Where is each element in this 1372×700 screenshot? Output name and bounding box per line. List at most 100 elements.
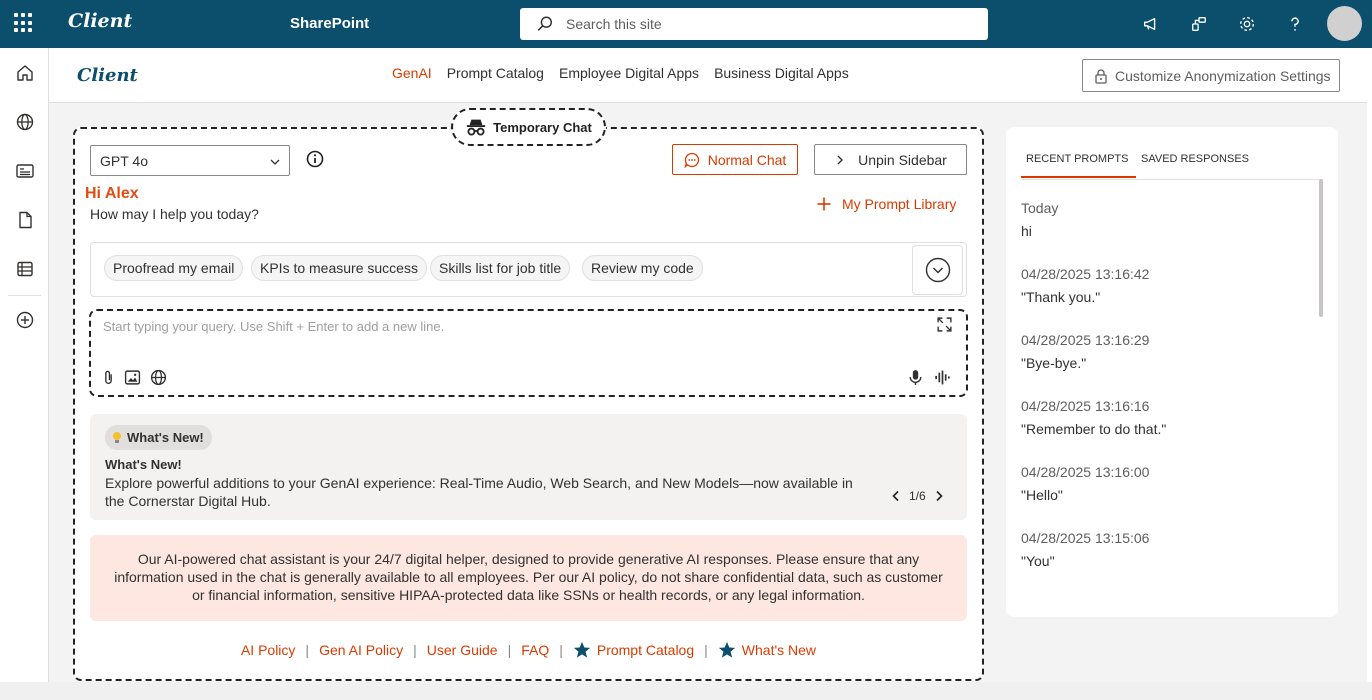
- help-icon[interactable]: [1283, 12, 1307, 36]
- suite-app-name[interactable]: SharePoint: [290, 15, 369, 32]
- my-prompt-library-link[interactable]: My Prompt Library: [816, 196, 956, 212]
- rail-divider: [8, 295, 41, 296]
- whats-new-card: What's New! What's New! Explore powerful…: [90, 414, 967, 520]
- share-icon[interactable]: [1187, 12, 1211, 36]
- prompt-date: 04/28/2025 13:16:29: [1021, 332, 1150, 348]
- site-search-box[interactable]: Search this site: [520, 8, 988, 40]
- subgreeting: How may I help you today?: [90, 206, 259, 222]
- suggestion-chip[interactable]: Proofread my email: [104, 255, 244, 281]
- chevron-right-icon[interactable]: [934, 490, 944, 502]
- star-icon: [573, 641, 590, 658]
- model-select[interactable]: GPT 4o: [90, 145, 290, 176]
- whats-new-title: What's New!: [105, 457, 182, 472]
- normal-chat-button[interactable]: Normal Chat: [672, 144, 798, 175]
- app-launcher-icon[interactable]: [14, 13, 34, 33]
- whats-new-body: Explore powerful additions to your GenAI…: [105, 475, 853, 509]
- list-item[interactable]: 04/28/2025 13:16:00 "Hello": [1021, 464, 1149, 503]
- tab-recent-prompts[interactable]: RECENT PROMPTS: [1021, 153, 1136, 178]
- ai-policy-link[interactable]: AI Policy: [241, 642, 295, 658]
- suggestion-chip[interactable]: KPIs to measure success: [251, 255, 427, 281]
- add-icon[interactable]: [13, 308, 37, 332]
- suggestion-bar: Proofread my email KPIs to measure succe…: [90, 242, 967, 297]
- whats-new-link[interactable]: What's New: [742, 642, 816, 658]
- suite-brand-logo[interactable]: Client: [68, 10, 132, 32]
- whats-new-pill-label: What's New!: [127, 430, 204, 445]
- news-icon[interactable]: [13, 159, 37, 183]
- gear-icon[interactable]: [1235, 12, 1259, 36]
- prompt-date: 04/28/2025 13:16:16: [1021, 398, 1150, 414]
- bottom-bar: [0, 682, 1372, 700]
- avatar[interactable]: [1327, 6, 1362, 41]
- chevron-down-circle-icon: [925, 257, 950, 283]
- globe-icon[interactable]: [13, 110, 37, 134]
- temporary-chat-badge: Temporary Chat: [451, 108, 606, 146]
- temporary-chat-label: Temporary Chat: [493, 119, 592, 135]
- query-input[interactable]: Start typing your query. Use Shift + Ent…: [89, 309, 968, 397]
- link-separator: |: [559, 642, 563, 658]
- query-placeholder: Start typing your query. Use Shift + Ent…: [103, 319, 445, 334]
- list-item[interactable]: 04/28/2025 13:16:42 "Thank you.": [1021, 266, 1149, 305]
- prompt-text: "Hello": [1021, 487, 1063, 503]
- attachment-icon[interactable]: [99, 368, 117, 386]
- prompt-text: "Thank you.": [1021, 289, 1101, 305]
- document-icon[interactable]: [13, 208, 37, 232]
- list-item[interactable]: 04/28/2025 13:16:29 "Bye-bye.": [1021, 332, 1149, 371]
- unpin-sidebar-label: Unpin Sidebar: [858, 151, 947, 168]
- prompt-text: "Bye-bye.": [1021, 355, 1087, 371]
- nav-business-digital-apps[interactable]: Business Digital Apps: [714, 65, 849, 81]
- megaphone-icon[interactable]: [1139, 12, 1163, 36]
- nav-employee-digital-apps[interactable]: Employee Digital Apps: [559, 65, 699, 81]
- microphone-icon[interactable]: [906, 368, 924, 386]
- prompt-date: 04/28/2025 13:16:00: [1021, 464, 1150, 480]
- site-nav: GenAI Prompt Catalog Employee Digital Ap…: [392, 65, 849, 81]
- chevron-right-icon: [837, 155, 844, 164]
- incognito-icon: [466, 119, 486, 136]
- prompt-text: hi: [1021, 223, 1032, 239]
- home-icon[interactable]: [13, 61, 37, 85]
- gen-ai-policy-link[interactable]: Gen AI Policy: [319, 642, 403, 658]
- web-search-globe-icon[interactable]: [149, 368, 167, 386]
- prompt-date: 04/28/2025 13:16:42: [1021, 266, 1150, 282]
- user-guide-link[interactable]: User Guide: [427, 642, 498, 658]
- search-placeholder: Search this site: [566, 16, 662, 32]
- suggestion-chip[interactable]: Review my code: [582, 255, 703, 281]
- model-select-value: GPT 4o: [100, 152, 148, 169]
- list-icon[interactable]: [13, 257, 37, 281]
- footer-links: AI Policy | Gen AI Policy | User Guide |…: [73, 641, 984, 659]
- audio-waveform-icon[interactable]: [933, 368, 951, 386]
- whats-new-pill: What's New!: [105, 425, 212, 450]
- image-icon[interactable]: [123, 368, 141, 386]
- list-item[interactable]: 04/28/2025 13:15:06 "You": [1021, 530, 1149, 569]
- site-header: Client GenAI Prompt Catalog Employee Dig…: [49, 48, 1367, 103]
- customize-label: Customize Anonymization Settings: [1115, 67, 1331, 84]
- info-icon[interactable]: [306, 150, 324, 168]
- link-separator: |: [413, 642, 417, 658]
- policy-disclaimer: Our AI-powered chat assistant is your 24…: [90, 535, 967, 621]
- sidebar-scrollbar[interactable]: [1319, 179, 1323, 317]
- whats-new-page-indicator: 1/6: [909, 489, 926, 503]
- maximize-icon[interactable]: [935, 315, 953, 333]
- my-prompt-library-label: My Prompt Library: [842, 196, 957, 212]
- greeting: Hi Alex: [85, 185, 139, 202]
- chevron-left-icon[interactable]: [891, 490, 901, 502]
- expand-suggestions-button[interactable]: [912, 245, 963, 295]
- star-icon: [718, 641, 735, 658]
- site-logo[interactable]: Client: [77, 65, 138, 86]
- plus-icon: [817, 197, 831, 211]
- lock-icon: [1095, 68, 1107, 84]
- lightbulb-icon: [113, 431, 121, 443]
- tab-saved-responses[interactable]: SAVED RESPONSES: [1141, 153, 1249, 165]
- suggestion-chip[interactable]: Skills list for job title: [430, 255, 571, 281]
- list-item[interactable]: 04/28/2025 13:16:16 "Remember to do that…: [1021, 398, 1166, 437]
- right-gutter: [1367, 48, 1372, 700]
- unpin-sidebar-button[interactable]: Unpin Sidebar: [814, 144, 967, 175]
- chevron-down-icon: [270, 159, 280, 165]
- nav-prompt-catalog[interactable]: Prompt Catalog: [447, 65, 544, 81]
- customize-anonymization-button[interactable]: Customize Anonymization Settings: [1082, 59, 1340, 92]
- faq-link[interactable]: FAQ: [521, 642, 549, 658]
- prompt-date: 04/28/2025 13:15:06: [1021, 530, 1150, 546]
- nav-genai[interactable]: GenAI: [392, 65, 432, 81]
- prompt-catalog-link[interactable]: Prompt Catalog: [597, 642, 694, 658]
- link-separator: |: [507, 642, 512, 658]
- list-item[interactable]: Today hi: [1021, 200, 1058, 239]
